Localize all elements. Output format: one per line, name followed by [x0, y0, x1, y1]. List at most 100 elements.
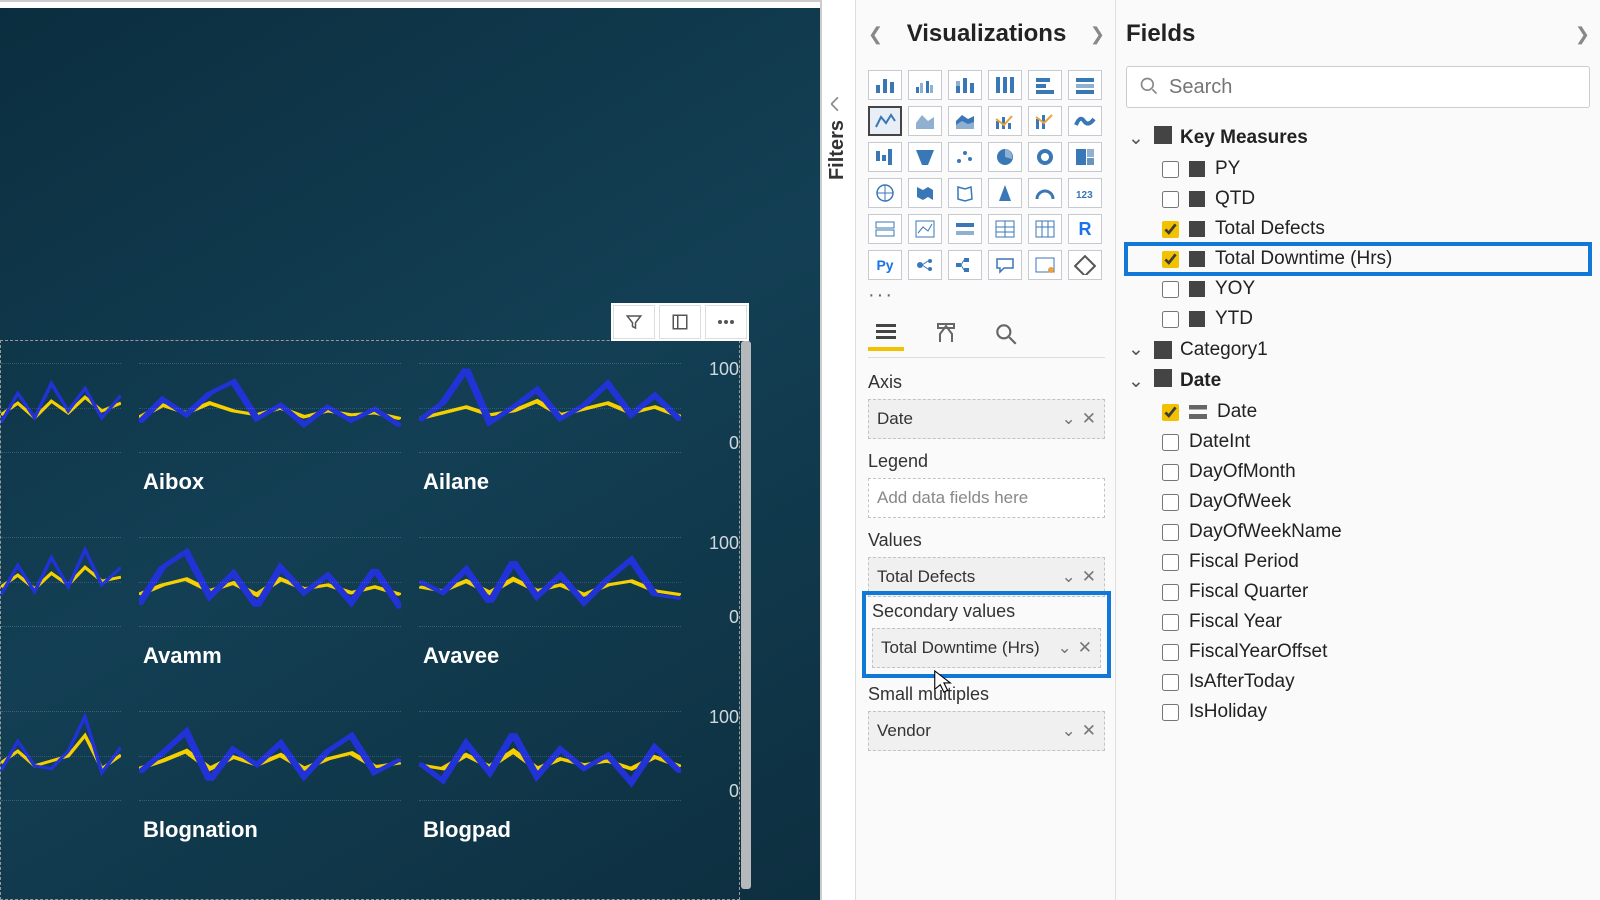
collapse-icon[interactable]: ⌄	[1126, 127, 1146, 150]
chevron-down-icon[interactable]: ⌄	[1062, 721, 1076, 741]
viz-pie-icon[interactable]	[988, 142, 1022, 172]
viz-gauge-icon[interactable]	[1028, 178, 1062, 208]
field-dateint[interactable]: DateInt	[1126, 427, 1590, 457]
remove-icon[interactable]: ✕	[1082, 721, 1096, 741]
more-options-icon[interactable]	[705, 305, 747, 339]
field-dayofmonth[interactable]: DayOfMonth	[1126, 457, 1590, 487]
viz-line-stacked-icon[interactable]	[1028, 106, 1062, 136]
chevron-down-icon[interactable]: ⌄	[1062, 567, 1076, 587]
field-checkbox[interactable]	[1162, 584, 1179, 601]
expand-icon[interactable]: ⌄	[1126, 338, 1146, 361]
table-date[interactable]: ⌄ Date	[1126, 365, 1590, 397]
viz-stacked-area-icon[interactable]	[948, 106, 982, 136]
field-checkbox[interactable]	[1162, 554, 1179, 571]
viz-slicer-icon[interactable]	[948, 214, 982, 244]
viz-ribbon-icon[interactable]	[1068, 106, 1102, 136]
field-checkbox[interactable]	[1162, 281, 1179, 298]
focus-mode-icon[interactable]	[659, 305, 701, 339]
chevron-right-icon[interactable]: ❯	[1575, 24, 1590, 45]
field-date[interactable]: Date	[1126, 397, 1590, 427]
field-total-downtime[interactable]: Total Downtime (Hrs)	[1126, 244, 1590, 274]
viz-key-influencers-icon[interactable]	[908, 250, 942, 280]
field-checkbox[interactable]	[1162, 161, 1179, 178]
field-checkbox[interactable]	[1162, 464, 1179, 481]
chevron-down-icon[interactable]: ⌄	[1058, 638, 1072, 658]
field-checkbox[interactable]	[1162, 311, 1179, 328]
viz-smart-narrative-icon[interactable]	[1028, 250, 1062, 280]
field-fiscal-year[interactable]: Fiscal Year	[1126, 607, 1590, 637]
viz-map-icon[interactable]	[868, 178, 902, 208]
remove-icon[interactable]: ✕	[1082, 409, 1096, 429]
field-checkbox[interactable]	[1162, 434, 1179, 451]
viz-waterfall-icon[interactable]	[868, 142, 902, 172]
viz-line-chart-icon[interactable]	[868, 106, 902, 136]
viz-area-chart-icon[interactable]	[908, 106, 942, 136]
viz-stacked-bar-icon[interactable]	[868, 70, 902, 100]
viz-table-icon[interactable]	[988, 214, 1022, 244]
remove-icon[interactable]: ✕	[1082, 567, 1096, 587]
remove-icon[interactable]: ✕	[1078, 638, 1092, 658]
viz-bar-h2-icon[interactable]	[1068, 70, 1102, 100]
table-key-measures[interactable]: ⌄ Key Measures	[1126, 122, 1590, 154]
viz-funnel-icon[interactable]	[908, 142, 942, 172]
field-checkbox[interactable]	[1162, 704, 1179, 721]
field-py[interactable]: PY	[1126, 154, 1590, 184]
viz-card-icon[interactable]: 123	[1068, 178, 1102, 208]
field-fiscal-quarter[interactable]: Fiscal Quarter	[1126, 577, 1590, 607]
viz-clustered-bar-icon[interactable]	[908, 70, 942, 100]
viz-line-clustered-icon[interactable]	[988, 106, 1022, 136]
line-chart-visual[interactable]: Aibox Ailane 100 0	[0, 340, 740, 900]
field-yoy[interactable]: YOY	[1126, 274, 1590, 304]
field-checkbox[interactable]	[1162, 191, 1179, 208]
legend-well[interactable]: Add data fields here	[868, 478, 1105, 518]
field-is-holiday[interactable]: IsHoliday	[1126, 697, 1590, 727]
viz-matrix-icon[interactable]	[1028, 214, 1062, 244]
viz-hundred-stacked-icon[interactable]	[988, 70, 1022, 100]
table-category1[interactable]: ⌄ Category1	[1126, 334, 1590, 365]
viz-multi-card-icon[interactable]	[868, 214, 902, 244]
search-input[interactable]	[1169, 76, 1577, 99]
field-checkbox[interactable]	[1162, 524, 1179, 541]
viz-get-more-icon[interactable]	[1068, 250, 1102, 280]
fields-tab-icon[interactable]	[868, 317, 904, 351]
field-checkbox[interactable]	[1162, 221, 1179, 238]
field-fy-offset[interactable]: FiscalYearOffset	[1126, 637, 1590, 667]
viz-azure-map-icon[interactable]	[988, 178, 1022, 208]
secondary-well[interactable]: Total Downtime (Hrs) ⌄✕	[872, 628, 1101, 668]
format-tab-icon[interactable]	[928, 317, 964, 351]
analytics-tab-icon[interactable]	[988, 317, 1024, 351]
field-checkbox[interactable]	[1162, 251, 1179, 268]
viz-donut-icon[interactable]	[1028, 142, 1062, 172]
collapse-icon[interactable]: ⌄	[1126, 370, 1146, 393]
chevron-left-icon[interactable]: ❮	[868, 24, 883, 45]
field-checkbox[interactable]	[1162, 494, 1179, 511]
viz-scatter-icon[interactable]	[948, 142, 982, 172]
gallery-ellipsis[interactable]: ···	[868, 284, 1105, 307]
viz-qna-icon[interactable]	[988, 250, 1022, 280]
viz-r-script-icon[interactable]: R	[1068, 214, 1102, 244]
viz-python-icon[interactable]: Py	[868, 250, 902, 280]
chevron-down-icon[interactable]: ⌄	[1062, 409, 1076, 429]
field-checkbox[interactable]	[1162, 674, 1179, 691]
filters-pane-collapsed[interactable]: Filters	[822, 0, 856, 900]
axis-well[interactable]: Date ⌄✕	[868, 399, 1105, 439]
values-well[interactable]: Total Defects ⌄✕	[868, 557, 1105, 597]
field-qtd[interactable]: QTD	[1126, 184, 1590, 214]
viz-bar-h-icon[interactable]	[1028, 70, 1062, 100]
viz-filled-map-icon[interactable]	[908, 178, 942, 208]
field-dayofweek[interactable]: DayOfWeek	[1126, 487, 1590, 517]
fields-search[interactable]	[1126, 66, 1590, 108]
field-fiscal-period[interactable]: Fiscal Period	[1126, 547, 1590, 577]
viz-treemap-icon[interactable]	[1068, 142, 1102, 172]
field-checkbox[interactable]	[1162, 644, 1179, 661]
field-ytd[interactable]: YTD	[1126, 304, 1590, 334]
small-multiples-well[interactable]: Vendor ⌄✕	[868, 711, 1105, 751]
field-checkbox[interactable]	[1162, 614, 1179, 631]
viz-decomposition-icon[interactable]	[948, 250, 982, 280]
field-checkbox[interactable]	[1162, 404, 1179, 421]
field-total-defects[interactable]: Total Defects	[1126, 214, 1590, 244]
viz-kpi-icon[interactable]	[908, 214, 942, 244]
field-is-after-today[interactable]: IsAfterToday	[1126, 667, 1590, 697]
viz-shape-map-icon[interactable]	[948, 178, 982, 208]
filter-icon[interactable]	[613, 305, 655, 339]
